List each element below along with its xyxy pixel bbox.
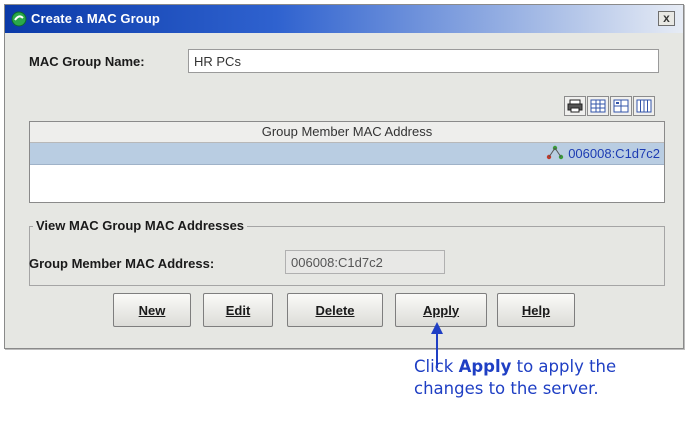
member-mac-address-label: Group Member MAC Address:	[29, 256, 215, 271]
edit-button[interactable]: Edit	[203, 293, 273, 327]
member-mac-address-field[interactable]	[285, 250, 445, 274]
mac-address-cell: 006008:C1d7c2	[568, 146, 660, 161]
help-button[interactable]: Help	[497, 293, 575, 327]
delete-button[interactable]: Delete	[287, 293, 383, 327]
column-header-mac-address[interactable]: Group Member MAC Address	[30, 122, 664, 143]
title-bar[interactable]: Create a MAC Group x	[5, 5, 683, 33]
app-logo-icon	[11, 11, 27, 27]
annotation-callout: Click Apply to apply the changes to the …	[414, 356, 698, 400]
table-toolbar	[563, 96, 655, 116]
table-row[interactable]: 006008:C1d7c2	[30, 143, 664, 165]
column-view-icon[interactable]	[633, 96, 655, 116]
annotation-line-1: Click Apply to apply the	[414, 357, 617, 376]
create-mac-group-dialog: Create a MAC Group x MAC Group Name: HR …	[4, 4, 684, 349]
grid-view-icon[interactable]	[610, 96, 632, 116]
close-button[interactable]: x	[658, 11, 675, 26]
view-mac-addresses-title: View MAC Group MAC Addresses	[33, 218, 248, 233]
group-name-label: MAC Group Name:	[29, 54, 145, 69]
new-button[interactable]: New	[113, 293, 191, 327]
window-title: Create a MAC Group	[31, 11, 160, 26]
print-icon[interactable]	[564, 96, 586, 116]
network-device-icon	[546, 145, 564, 160]
mac-address-table: Group Member MAC Address 006008:C1d7c2	[29, 121, 665, 203]
annotation-line-2: changes to the server.	[414, 379, 599, 398]
group-name-input[interactable]	[188, 49, 659, 73]
table-view-icon[interactable]	[587, 96, 609, 116]
